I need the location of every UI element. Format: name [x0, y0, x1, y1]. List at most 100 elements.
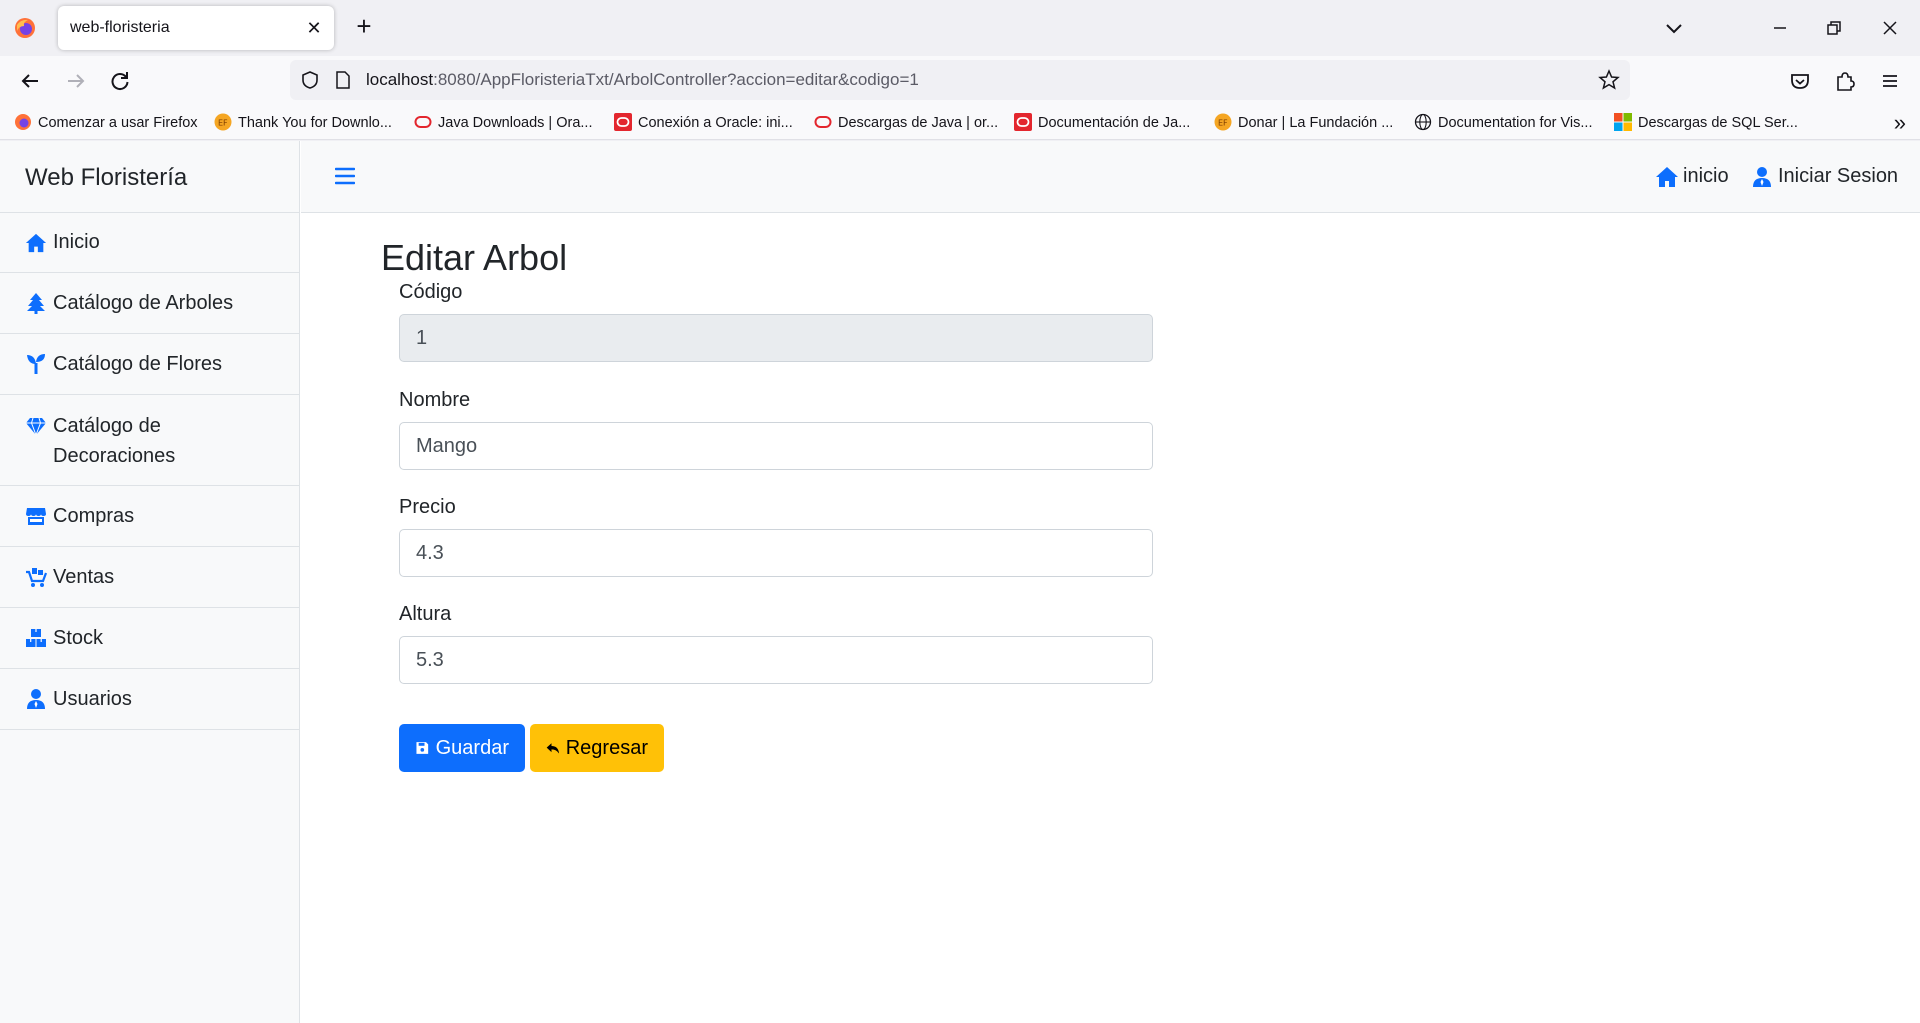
minimize-icon[interactable]	[1766, 14, 1794, 42]
close-window-icon[interactable]	[1876, 14, 1904, 42]
firefox-icon[interactable]	[14, 17, 36, 39]
oracle-red-icon	[614, 113, 632, 131]
brand-title[interactable]: Web Floristería	[0, 141, 299, 213]
home-icon	[25, 233, 47, 252]
top-navbar: inicio Iniciar Sesion	[301, 141, 1920, 213]
floppy-disk-icon	[416, 742, 429, 754]
sidebar-item-usuarios[interactable]: Usuarios	[0, 669, 299, 730]
bookmark-item[interactable]: EF Thank You for Downlo...	[214, 113, 392, 133]
bookmark-label: Java Downloads | Ora...	[438, 115, 593, 131]
sidebar-item-label: Catálogo de Arboles	[53, 291, 234, 314]
extensions-icon[interactable]	[1830, 67, 1858, 95]
gem-icon	[26, 417, 46, 437]
bookmark-label: Thank You for Downlo...	[238, 115, 392, 131]
home-icon	[1656, 166, 1678, 187]
back-button-label: Regresar	[565, 736, 648, 759]
bookmark-label: Donar | La Fundación ...	[1238, 115, 1394, 131]
nombre-field[interactable]	[399, 422, 1153, 470]
browser-tab[interactable]: web-floristeria ✕	[58, 6, 334, 50]
shield-icon[interactable]	[300, 70, 320, 90]
precio-field[interactable]	[399, 529, 1153, 577]
url-bar[interactable]: localhost:8080/AppFloristeriaTxt/ArbolCo…	[290, 60, 1630, 100]
url-host: localhost	[366, 70, 434, 89]
bookmark-label: Descargas de Java | or...	[838, 115, 999, 131]
tab-title: web-floristeria	[70, 19, 170, 36]
sidebar-item-flores[interactable]: Catálogo de Flores	[0, 334, 299, 395]
altura-label: Altura	[399, 603, 452, 625]
sidebar-item-ventas[interactable]: Ventas	[0, 547, 299, 608]
page-icon[interactable]	[334, 70, 352, 90]
menu-icon[interactable]	[1876, 67, 1904, 95]
microsoft-icon	[1614, 113, 1632, 131]
user-icon	[1753, 166, 1771, 187]
sidebar-item-stock[interactable]: Stock	[0, 608, 299, 669]
tree-icon	[27, 293, 45, 314]
back-arrow-icon[interactable]	[16, 67, 44, 95]
hamburger-menu-icon[interactable]	[335, 167, 355, 185]
close-tab-icon[interactable]: ✕	[304, 18, 324, 38]
chevron-down-icon[interactable]	[1660, 14, 1688, 42]
sidebar: Web Floristería Inicio Catálogo de Arbol…	[0, 141, 300, 1023]
page-viewport: Web Floristería Inicio Catálogo de Arbol…	[0, 141, 1920, 1023]
sidebar-item-compras[interactable]: Compras	[0, 486, 299, 547]
bookmark-item[interactable]: EF Donar | La Fundación ...	[1214, 113, 1393, 133]
bookmark-item[interactable]: Comenzar a usar Firefox	[14, 113, 198, 133]
ef-icon: EF	[214, 113, 232, 131]
oracle-outline-icon	[414, 116, 432, 128]
browser-tab-bar: web-floristeria ✕ +	[0, 0, 1920, 56]
nav-inicio-label: inicio	[1683, 165, 1729, 187]
bookmark-label: Comenzar a usar Firefox	[38, 115, 198, 131]
store-icon	[26, 508, 46, 525]
ef-icon: EF	[1214, 113, 1232, 131]
altura-field[interactable]	[399, 636, 1153, 684]
bookmark-item[interactable]: Conexión a Oracle: ini...	[614, 113, 793, 133]
url-text[interactable]: localhost:8080/AppFloristeriaTxt/ArbolCo…	[366, 70, 919, 90]
codigo-label: Código	[399, 281, 463, 303]
sidebar-item-arboles[interactable]: Catálogo de Arboles	[0, 273, 299, 334]
nav-inicio-link[interactable]: inicio	[1655, 165, 1729, 188]
user-icon	[27, 689, 45, 709]
bookmarks-toolbar: Comenzar a usar Firefox EF Thank You for …	[0, 106, 1920, 140]
save-button-label: Guardar	[435, 736, 509, 759]
sidebar-item-label: Stock	[53, 626, 104, 649]
browser-nav-bar: localhost:8080/AppFloristeriaTxt/ArbolCo…	[0, 56, 1920, 106]
bookmark-star-icon[interactable]	[1598, 69, 1620, 91]
back-button[interactable]: Regresar	[530, 724, 664, 772]
url-path: :8080/AppFloristeriaTxt/ArbolController?…	[433, 70, 919, 89]
main-content: Editar Arbol Código Nombre Precio Altura…	[301, 213, 1920, 1023]
sidebar-item-inicio[interactable]: Inicio	[0, 213, 299, 273]
new-tab-button[interactable]: +	[350, 12, 378, 40]
oracle-outline-icon	[814, 116, 832, 128]
forward-arrow-icon[interactable]	[62, 67, 90, 95]
bookmark-item[interactable]: Documentation for Vis...	[1414, 113, 1592, 133]
sidebar-item-label: Inicio	[53, 231, 100, 253]
svg-text:EF: EF	[1218, 119, 1228, 128]
chevron-double-right-icon[interactable]: »	[1894, 110, 1906, 136]
bookmark-label: Documentación de Ja...	[1038, 115, 1191, 131]
nav-login-link[interactable]: Iniciar Sesion	[1750, 165, 1898, 188]
seedling-icon	[27, 354, 45, 374]
bookmark-item[interactable]: Descargas de SQL Ser...	[1614, 113, 1798, 133]
sidebar-item-label: Catálogo de Flores	[53, 352, 222, 375]
sidebar-item-label: Catálogo de Decoraciones	[53, 415, 176, 467]
restore-icon[interactable]	[1820, 14, 1848, 42]
precio-label: Precio	[399, 496, 456, 518]
sidebar-item-label: Usuarios	[53, 687, 132, 710]
cart-icon	[26, 568, 47, 587]
codigo-field[interactable]	[399, 314, 1153, 362]
globe-icon	[1414, 113, 1432, 131]
firefox-icon	[15, 114, 31, 130]
reply-arrow-icon	[546, 743, 560, 754]
save-button[interactable]: Guardar	[399, 724, 525, 772]
bookmark-label: Conexión a Oracle: ini...	[638, 115, 793, 131]
reload-icon[interactable]	[106, 67, 134, 95]
sidebar-item-decoraciones[interactable]: Catálogo de Decoraciones	[0, 395, 299, 486]
nav-login-label: Iniciar Sesion	[1778, 165, 1899, 187]
oracle-red-icon	[1014, 113, 1032, 131]
pocket-icon[interactable]	[1786, 67, 1814, 95]
bookmark-item[interactable]: Descargas de Java | or...	[814, 113, 998, 133]
sidebar-item-label: Ventas	[53, 565, 115, 588]
bookmark-item[interactable]: Documentación de Ja...	[1014, 113, 1190, 133]
bookmark-item[interactable]: Java Downloads | Ora...	[414, 113, 592, 133]
sidebar-item-label: Compras	[53, 504, 135, 527]
